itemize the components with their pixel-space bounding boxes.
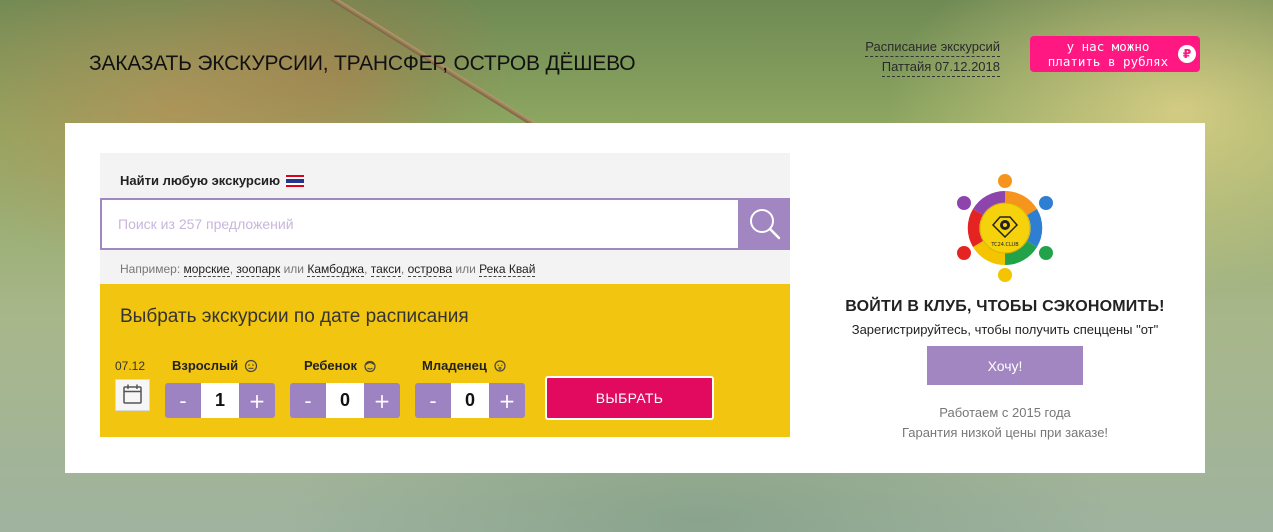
rub-badge-line1: у нас можно [1066, 39, 1150, 54]
adult-stepper: - 1 + [165, 383, 275, 418]
example-link-zoo[interactable]: зоопарк [236, 262, 281, 277]
selected-date: 07.12 [115, 359, 146, 373]
example-link-islands[interactable]: острова [407, 262, 453, 277]
adult-count[interactable]: 1 [201, 383, 239, 418]
page: ЗАКАЗАТЬ ЭКСКУРСИИ, ТРАНСФЕР, ОСТРОВ ДЁШ… [0, 0, 1273, 532]
search-block: Найти любую экскурсию Например: морские,… [100, 153, 790, 284]
search-icon [750, 209, 781, 240]
adult-plus-button[interactable]: + [239, 383, 275, 418]
club-logo-text: TC24.CLUB [990, 242, 1019, 248]
example-link-taxi[interactable]: такси [370, 262, 401, 277]
club-note: Работаем с 2015 года Гарантия низкой цен… [825, 403, 1185, 443]
adult-label: Взрослый [172, 358, 258, 373]
club-logo: TC24.CLUB [957, 174, 1053, 282]
schedule-link-line1[interactable]: Расписание экскурсий [865, 37, 1000, 57]
schedule-link[interactable]: Расписание экскурсий Паттайя 07.12.2018 [853, 37, 1000, 77]
pay-in-rubles-badge[interactable]: у нас можно платить в рублях ₽ [1030, 36, 1200, 72]
child-minus-button[interactable]: - [290, 383, 326, 418]
infant-label: Младенец [422, 358, 507, 373]
example-link-cambodia[interactable]: Камбоджа [307, 262, 365, 277]
calendar-button[interactable] [115, 379, 150, 411]
search-examples: Например: морские, зоопарк или Камбоджа,… [120, 262, 536, 277]
choose-button[interactable]: ВЫБРАТЬ [545, 376, 714, 420]
infant-plus-button[interactable]: + [489, 383, 525, 418]
date-schedule-block: Выбрать экскурсии по дате расписания 07.… [100, 284, 790, 437]
ruble-icon: ₽ [1178, 45, 1196, 63]
child-label: Ребенок [304, 358, 377, 373]
club-note-line2: Гарантия низкой цены при заказе! [901, 425, 1109, 440]
infant-face-icon [494, 359, 506, 372]
adult-face-icon [245, 359, 258, 372]
infant-stepper: - 0 + [415, 383, 525, 418]
thailand-flag-icon [286, 174, 305, 187]
join-club-button[interactable]: Хочу! [927, 346, 1083, 385]
club-note-line1: Работаем с 2015 года [939, 405, 1071, 420]
infant-minus-button[interactable]: - [415, 383, 451, 418]
club-subtitle: Зарегистрируйтесь, чтобы получить спецце… [851, 322, 1159, 337]
example-link-kwai-river[interactable]: Река Квай [479, 262, 536, 277]
club-panel: TC24.CLUB ВОЙТИ В КЛУБ, ЧТОБЫ СЭКОНОМИТЬ… [825, 173, 1185, 443]
child-face-icon [364, 360, 376, 372]
club-title: ВОЙТИ В КЛУБ, ЧТОБЫ СЭКОНОМИТЬ! [845, 298, 1165, 315]
infant-count[interactable]: 0 [451, 383, 489, 418]
example-link-sea[interactable]: морские [183, 262, 230, 277]
page-title: ЗАКАЗАТЬ ЭКСКУРСИИ, ТРАНСФЕР, ОСТРОВ ДЁШ… [89, 52, 636, 75]
child-count[interactable]: 0 [326, 383, 364, 418]
schedule-link-line2[interactable]: Паттайя 07.12.2018 [881, 57, 1000, 77]
search-label: Найти любую экскурсию [120, 173, 305, 188]
examples-prefix: Например: [120, 262, 181, 276]
calendar-icon [123, 384, 142, 404]
main-card: Найти любую экскурсию Например: морские,… [65, 123, 1205, 473]
child-stepper: - 0 + [290, 383, 400, 418]
date-block-title: Выбрать экскурсии по дате расписания [120, 306, 469, 327]
search-label-text: Найти любую экскурсию [120, 173, 281, 188]
child-plus-button[interactable]: + [364, 383, 400, 418]
search-input[interactable] [100, 198, 738, 250]
rub-badge-line2: платить в рублях [1047, 54, 1169, 69]
adult-minus-button[interactable]: - [165, 383, 201, 418]
search-button[interactable] [738, 198, 790, 250]
